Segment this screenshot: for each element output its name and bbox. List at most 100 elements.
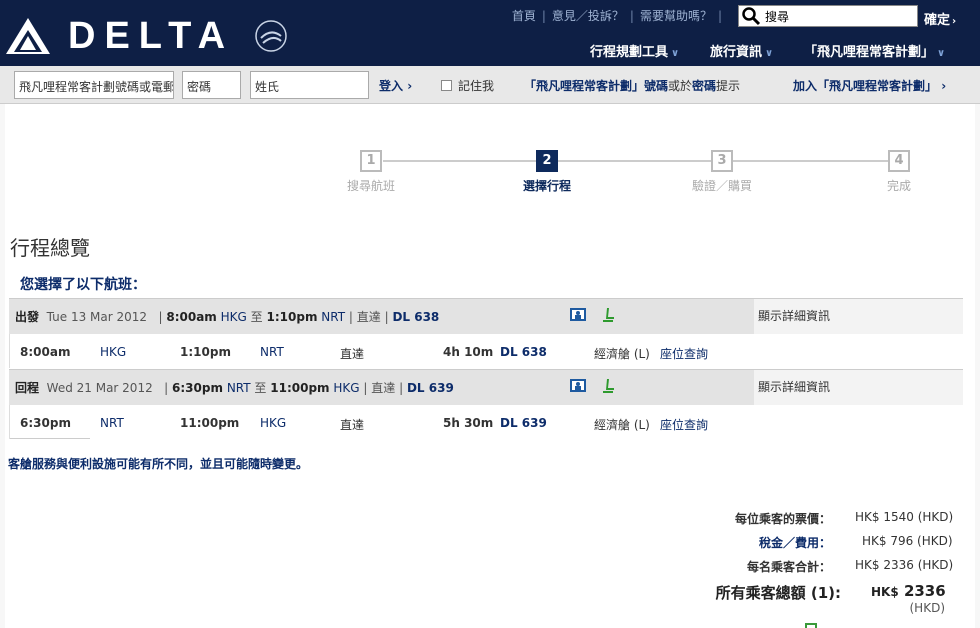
search-submit-button[interactable]: 確定 ›	[924, 9, 956, 28]
leg-dep-time: 6:30pm	[20, 416, 71, 430]
leg-flight-number[interactable]: DL 639	[500, 416, 547, 430]
join-label: 加入「飛凡哩程常客計劃」	[793, 79, 938, 93]
per-passenger-total-label: 每名乘客合計：	[746, 560, 831, 574]
password-link[interactable]: 密碼	[692, 79, 716, 93]
direction-label: 出發	[15, 310, 40, 324]
step-number: 3	[711, 150, 733, 172]
row-divider	[10, 438, 90, 439]
chevron-right-icon: ›	[941, 79, 947, 93]
progress-steps: 1 搜尋航班 2 選擇行程 3 驗證／購買 4 完成	[5, 104, 975, 204]
remember-me-checkbox[interactable]	[441, 80, 452, 91]
step-label: 完成	[886, 179, 911, 193]
site-header: DELTA 首頁|意見／投訴？|需要幫助嗎？| 確定› 行程規劃工具∨ 旅行資訊…	[0, 0, 980, 66]
amenities-disclaimer: 客艙服務與便利設施可能有所不同，並且可能隨時變更。	[8, 457, 309, 471]
join-skymiles-link[interactable]: 加入「飛凡哩程常客計劃」 ›	[793, 77, 946, 94]
step-number: 1	[360, 150, 382, 172]
chevron-down-icon: ∨	[765, 48, 774, 59]
step-label: 搜尋航班	[346, 179, 395, 193]
search-submit-label: 確定	[924, 13, 951, 28]
step-verify: 3 驗證／購買	[682, 150, 762, 194]
seat-map-link[interactable]: 座位查詢	[660, 416, 708, 433]
login-button[interactable]: 登入 ›	[379, 77, 412, 94]
nav-label: 行程規劃工具	[590, 45, 669, 60]
skyteam-seal-icon	[255, 20, 287, 52]
leg-duration: 4h 10m	[443, 345, 494, 359]
step-complete: 4 完成	[859, 150, 939, 194]
leg-duration: 5h 30m	[443, 416, 494, 430]
to-word: 至	[250, 310, 263, 324]
nav-trip-planning[interactable]: 行程規劃工具 ∨	[590, 41, 679, 60]
seat-map-link[interactable]: 座位查詢	[660, 345, 708, 362]
taxes-fees-link[interactable]: 稅金／費用：	[631, 534, 831, 551]
step-label: 驗證／購買	[691, 179, 752, 193]
to-word: 至	[254, 381, 267, 395]
show-details-link[interactable]: 顯示詳細資訊	[754, 370, 963, 406]
remember-me[interactable]: 記住我	[441, 77, 494, 94]
step-number: 4	[888, 150, 910, 172]
delta-logo[interactable]: DELTA	[6, 14, 296, 58]
skymiles-number-field[interactable]: 飛凡哩程常客計劃號碼或電郵	[14, 71, 174, 99]
leg-flight-number[interactable]: DL 638	[500, 345, 547, 359]
grand-total-value: HK$ 2336	[871, 582, 946, 600]
step-search: 1 搜尋航班	[331, 150, 411, 194]
leg-dep-airport: HKG	[100, 345, 127, 359]
feedback-link[interactable]: 意見／投訴？	[552, 9, 624, 23]
last-name-field[interactable]: 姓氏	[250, 71, 369, 99]
password-field[interactable]: 密碼	[182, 71, 241, 99]
step-number: 2	[536, 150, 558, 172]
password-hint: 「飛凡哩程常客計劃」號碼或於密碼提示	[524, 77, 740, 94]
leg-dep-time: 8:00am	[20, 345, 71, 359]
stops: 直達	[371, 381, 396, 395]
dep-time: 8:00am	[166, 310, 217, 324]
leg-arr-time: 11:00pm	[180, 416, 240, 430]
main-content: 1 搜尋航班 2 選擇行程 3 驗證／購買 4 完成 行程總覽 您選擇了以下航班…	[5, 104, 975, 628]
show-details-link[interactable]: 顯示詳細資訊	[754, 299, 963, 335]
nav-label: 「飛凡哩程常客計劃」	[804, 45, 935, 60]
nav-skymiles[interactable]: 「飛凡哩程常客計劃」 ∨	[804, 41, 945, 60]
continue-button-edge[interactable]	[805, 623, 817, 628]
login-button-label: 登入	[379, 79, 404, 93]
flight-summary-text: 出發 Tue 13 Mar 2012 | 8:00am HKG 至 1:10pm…	[15, 310, 440, 324]
chevron-down-icon: ∨	[671, 48, 680, 59]
amenity-icons	[569, 377, 617, 398]
site-search	[738, 5, 918, 27]
flight-number: DL 639	[406, 381, 454, 395]
home-link[interactable]: 首頁	[512, 9, 536, 23]
hint-suffix-text: 提示	[716, 79, 741, 93]
step-label: 選擇行程	[522, 179, 571, 193]
arr-time: 11:00pm	[270, 381, 330, 395]
nav-travel-info[interactable]: 旅行資訊 ∨	[710, 41, 773, 60]
nav-label: 旅行資訊	[710, 45, 763, 60]
seat-icon	[602, 308, 614, 322]
grand-total-amount: 2336	[903, 582, 946, 600]
video-icon	[570, 379, 586, 392]
flight-date: Wed 21 Mar 2012	[46, 381, 153, 395]
delta-widget-icon	[6, 18, 50, 54]
amenity-icons	[569, 306, 617, 327]
leg-stops: 直達	[340, 347, 365, 361]
utility-links: 首頁 | 意見／投訴？ | 需要幫助嗎？ |	[511, 9, 722, 23]
dep-airport: HKG	[220, 310, 247, 324]
leg-arr-airport: NRT	[260, 345, 284, 359]
leg-arr-airport: HKG	[260, 416, 287, 430]
flight-summary-row: 出發 Tue 13 Mar 2012 | 8:00am HKG 至 1:10pm…	[9, 298, 963, 335]
grand-total-unit: (HKD)	[909, 601, 946, 615]
chevron-down-icon: ∨	[937, 48, 946, 59]
leg-cabin: 經濟艙 (L)	[594, 347, 650, 361]
dep-airport: NRT	[226, 381, 251, 395]
step-select: 2 選擇行程	[507, 150, 587, 194]
leg-dep-airport: NRT	[100, 416, 124, 430]
progress-line	[383, 160, 891, 162]
flight-summary-row: 回程 Wed 21 Mar 2012 | 6:30pm NRT 至 11:00p…	[9, 369, 963, 406]
chevron-right-icon: ›	[952, 16, 957, 27]
skymiles-number-link[interactable]: 「飛凡哩程常客計劃」號碼	[524, 79, 668, 93]
remember-me-label: 記住我	[458, 79, 495, 93]
search-icon[interactable]	[739, 6, 763, 26]
flight-summary-text: 回程 Wed 21 Mar 2012 | 6:30pm NRT 至 11:00p…	[15, 381, 454, 395]
chevron-right-icon: ›	[407, 79, 413, 93]
taxes-value: HK$ 796 (HKD)	[862, 534, 953, 548]
fare-label: 每位乘客的票價：	[734, 512, 831, 526]
help-link[interactable]: 需要幫助嗎？	[640, 9, 712, 23]
video-icon	[570, 308, 586, 321]
search-input[interactable]	[765, 7, 915, 25]
